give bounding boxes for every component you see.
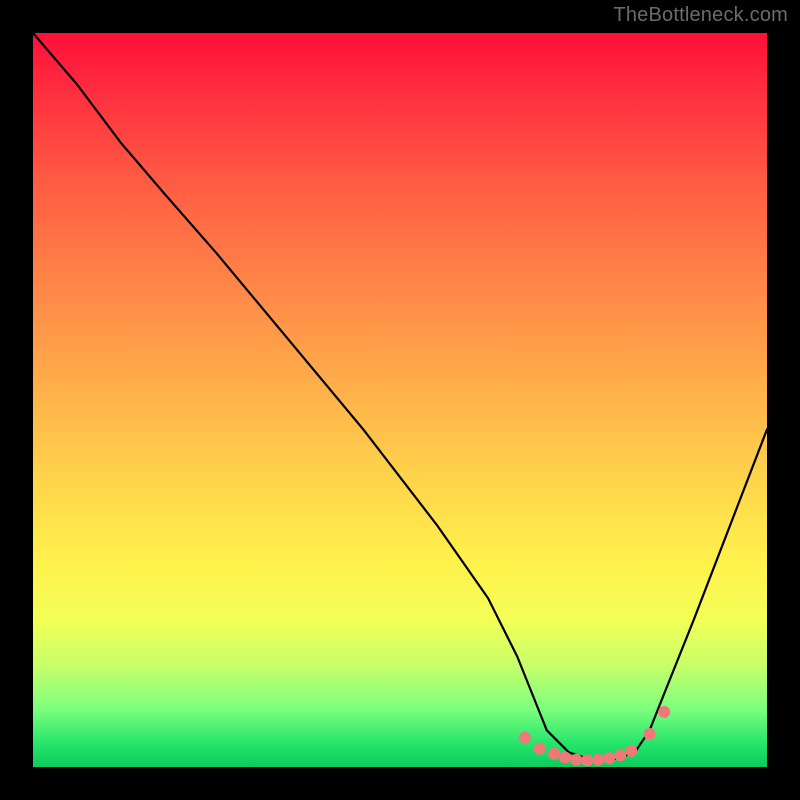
valley-dot <box>559 752 571 764</box>
curve-layer <box>33 33 767 767</box>
watermark-label: TheBottleneck.com <box>613 4 788 27</box>
valley-dot <box>570 754 582 766</box>
valley-dot <box>592 754 604 766</box>
plot-area <box>33 33 767 767</box>
valley-dot <box>548 748 560 760</box>
valley-dot <box>581 754 593 766</box>
valley-dot <box>614 749 626 761</box>
valley-dot <box>519 732 531 744</box>
valley-dot <box>644 728 656 740</box>
valley-dot <box>625 745 637 757</box>
valley-dot <box>534 743 546 755</box>
chart-frame: TheBottleneck.com <box>0 0 800 800</box>
bottleneck-curve <box>33 33 767 760</box>
valley-dot <box>658 706 670 718</box>
valley-dot <box>603 752 615 764</box>
